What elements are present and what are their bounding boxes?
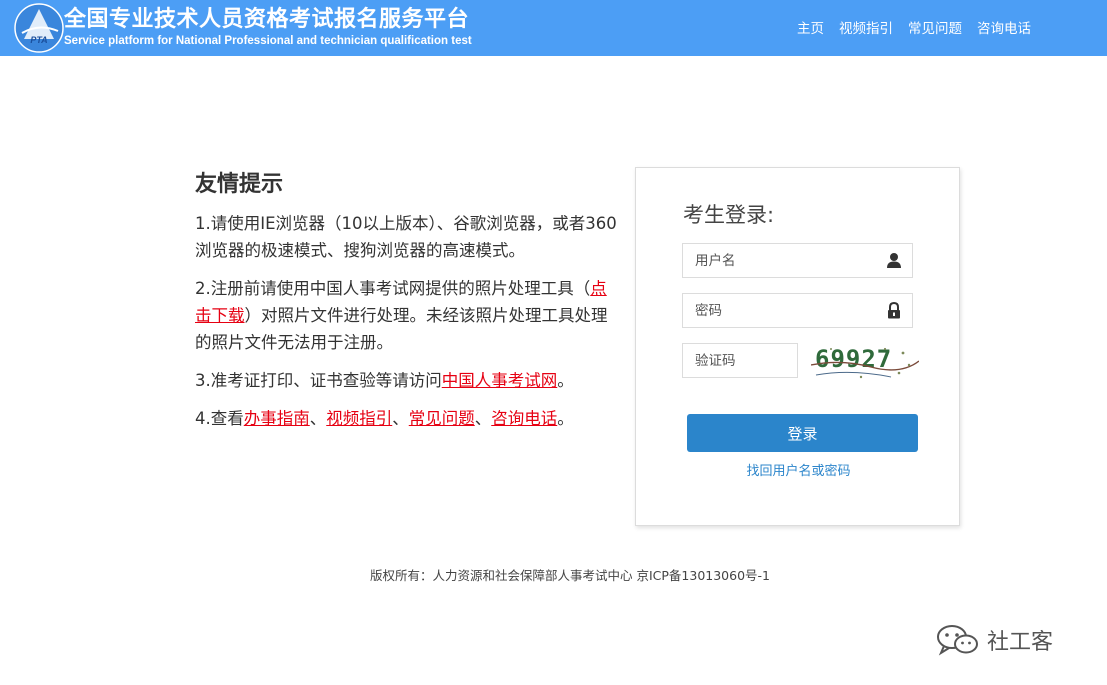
top-nav: 主页 视频指引 常见问题 咨询电话 [797,17,1031,37]
user-icon [887,253,901,268]
tip-browser: 1.请使用IE浏览器（10以上版本）、谷歌浏览器，或者360浏览器的极速模式、搜… [195,214,617,260]
captcha-field-wrapper [682,343,798,378]
username-input[interactable] [683,244,873,277]
password-field-wrapper [682,293,913,328]
nav-faq[interactable]: 常见问题 [908,17,962,37]
pta-logo: PTA [14,3,64,53]
lock-icon [888,302,900,319]
separator: 、 [309,409,327,428]
faq-link[interactable]: 常见问题 [409,409,475,428]
tip-text: 4.查看 [195,409,244,428]
watermark: 社工客 [935,622,1053,658]
footer-copyright: 版权所有：人力资源和社会保障部人事考试中心 京ICP备13013060号-1 [369,568,770,583]
friendly-tips: 友情提示 1.请使用IE浏览器（10以上版本）、谷歌浏览器，或者360浏览器的极… [195,166,620,443]
login-card: 考生登录: 69927 登录 找回用户名或密码 [635,167,960,526]
tip-text: 2.注册前请使用中国人事考试网提供的照片处理工具（ [195,279,591,298]
nav-video-guide[interactable]: 视频指引 [839,17,893,37]
site-title: 全国专业技术人员资格考试报名服务平台 [64,7,470,32]
svg-text:PTA: PTA [30,35,47,45]
nav-home[interactable]: 主页 [797,17,824,37]
username-field-wrapper [682,243,913,278]
header-bar: PTA 全国专业技术人员资格考试报名服务平台 Service platform … [0,0,1107,56]
watermark-text: 社工客 [987,630,1054,655]
login-button[interactable]: 登录 [687,414,918,452]
login-title: 考生登录: [683,203,775,227]
tip-links: 4.查看办事指南、视频指引、常见问题、咨询电话。 [195,405,620,432]
tips-heading: 友情提示 [195,172,284,197]
tip-photo-tool: 2.注册前请使用中国人事考试网提供的照片处理工具（点击下载）对照片文件进行处理。… [195,275,620,356]
captcha-image[interactable]: 69927 [811,341,919,383]
captcha-input[interactable] [683,344,793,377]
guide-link[interactable]: 办事指南 [244,409,310,428]
wechat-icon [937,625,978,656]
password-input[interactable] [683,294,873,327]
nav-hotline[interactable]: 咨询电话 [977,17,1031,37]
forgot-credentials-link[interactable]: 找回用户名或密码 [636,460,961,479]
site-subtitle: Service platform for National Profession… [64,35,472,47]
hotline-link[interactable]: 咨询电话 [491,409,557,428]
tip-text: 3.准考证打印、证书查验等请访问 [195,371,442,390]
tip-text: ）对照片文件进行处理。未经该照片处理工具处理的照片文件无法用于注册。 [195,306,608,352]
separator: 、 [474,409,492,428]
video-guide-link[interactable]: 视频指引 [326,409,392,428]
tip-text: 。 [557,409,574,428]
cpta-site-link[interactable]: 中国人事考试网 [442,371,558,390]
tip-cpta: 3.准考证打印、证书查验等请访问中国人事考试网。 [195,367,620,394]
separator: 、 [392,409,409,428]
tip-text: 。 [557,371,574,390]
